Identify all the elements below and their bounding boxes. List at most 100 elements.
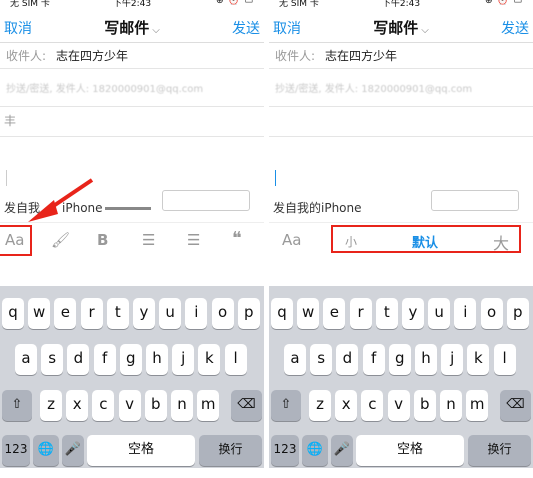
key-v[interactable]: v [387, 390, 410, 421]
body-editor[interactable]: 发自我 iPhone [0, 137, 264, 222]
key-c[interactable]: c [361, 390, 384, 421]
key-g[interactable]: g [119, 344, 142, 375]
send-button[interactable]: 发送 [232, 18, 260, 38]
key-x[interactable]: x [66, 390, 89, 421]
cancel-button[interactable]: 取消 [273, 18, 301, 38]
key-d[interactable]: d [336, 344, 359, 375]
key-j[interactable]: j [172, 344, 195, 375]
size-default-option[interactable]: 默认 [412, 232, 438, 251]
size-small-option[interactable]: 小 [345, 233, 357, 250]
space-key[interactable]: 空格 [356, 435, 464, 466]
globe-icon[interactable]: 🌐 [33, 435, 59, 466]
key-w[interactable]: w [28, 298, 51, 329]
key-q[interactable]: q [2, 298, 24, 329]
cancel-button[interactable]: 取消 [4, 18, 32, 38]
cc-row[interactable]: 抄送/密送, 发件人: 1820000901@qq.com [0, 68, 264, 107]
key-h[interactable]: h [146, 344, 168, 375]
key-c[interactable]: c [92, 390, 115, 421]
align-icon[interactable]: ☰ [187, 231, 200, 249]
key-m[interactable]: m [197, 390, 220, 421]
key-e[interactable]: e [323, 298, 346, 329]
space-key[interactable]: 空格 [87, 435, 195, 466]
key-z[interactable]: z [40, 390, 62, 421]
key-k[interactable]: k [467, 344, 490, 375]
numbers-key[interactable]: 123 [271, 435, 299, 466]
send-button[interactable]: 发送 [501, 18, 529, 38]
bottom-edge [269, 468, 533, 478]
key-y[interactable]: y [402, 298, 424, 329]
cc-row[interactable]: 抄送/密送, 发件人: 1820000901@qq.com [269, 68, 533, 107]
body-editor[interactable]: 发自我的iPhone [269, 137, 533, 222]
key-g[interactable]: g [388, 344, 411, 375]
key-s[interactable]: s [310, 344, 333, 375]
key-r[interactable]: r [349, 298, 372, 329]
key-l[interactable]: l [224, 344, 247, 375]
key-z[interactable]: z [309, 390, 331, 421]
key-n[interactable]: n [440, 390, 462, 421]
key-h[interactable]: h [415, 344, 437, 375]
text-size-icon[interactable]: Aa [282, 231, 301, 249]
key-q[interactable]: q [271, 298, 293, 329]
key-w[interactable]: w [297, 298, 320, 329]
key-r[interactable]: r [80, 298, 103, 329]
key-a[interactable]: a [284, 344, 306, 375]
key-b[interactable]: b [144, 390, 167, 421]
key-o[interactable]: o [211, 298, 234, 329]
compose-title[interactable]: 写邮件 ⌵ [373, 17, 429, 38]
delete-key[interactable]: ⌫ [231, 390, 262, 421]
mic-icon[interactable]: 🎤 [331, 435, 353, 466]
key-l[interactable]: l [493, 344, 516, 375]
subject-row[interactable]: 丰 [0, 106, 264, 137]
bold-icon[interactable]: B [97, 231, 108, 249]
key-t[interactable]: t [106, 298, 129, 329]
recipient-label: 收件人: [6, 49, 47, 63]
recipient-row[interactable]: 收件人: 志在四方少年 [0, 42, 264, 69]
key-x[interactable]: x [335, 390, 358, 421]
key-v[interactable]: v [118, 390, 141, 421]
key-i[interactable]: i [454, 298, 477, 329]
numbers-key[interactable]: 123 [2, 435, 30, 466]
size-large-option[interactable]: 大 [493, 230, 509, 254]
text-size-icon[interactable]: Aa [5, 231, 24, 249]
key-m[interactable]: m [466, 390, 489, 421]
recipient-row[interactable]: 收件人: 志在四方少年 [269, 42, 533, 69]
list-icon[interactable]: ☰ [142, 231, 155, 249]
signature-box [431, 190, 519, 211]
compose-title[interactable]: 写邮件 ⌵ [104, 17, 160, 38]
recipient-value[interactable]: 志在四方少年 [325, 47, 397, 64]
carrier-text: 无 SIM 卡 [10, 0, 50, 9]
recipient-value[interactable]: 志在四方少年 [56, 47, 128, 64]
shift-key[interactable]: ⇧ [271, 390, 301, 421]
delete-key[interactable]: ⌫ [500, 390, 531, 421]
subject-row[interactable] [269, 106, 533, 137]
key-d[interactable]: d [67, 344, 90, 375]
return-key[interactable]: 换行 [199, 435, 262, 466]
shift-key[interactable]: ⇧ [2, 390, 32, 421]
key-o[interactable]: o [480, 298, 503, 329]
return-key[interactable]: 换行 [468, 435, 531, 466]
globe-icon[interactable]: 🌐 [302, 435, 328, 466]
status-bar: 无 SIM 卡 下午2:43 ⊕ ⏰ ▭ [0, 0, 264, 12]
key-n[interactable]: n [171, 390, 193, 421]
subject-text: 丰 [4, 114, 17, 128]
key-i[interactable]: i [185, 298, 208, 329]
chevron-down-icon: ⌵ [152, 25, 160, 36]
key-p[interactable]: p [506, 298, 529, 329]
key-a[interactable]: a [15, 344, 37, 375]
key-s[interactable]: s [41, 344, 64, 375]
key-f[interactable]: f [362, 344, 385, 375]
key-b[interactable]: b [413, 390, 436, 421]
key-j[interactable]: j [441, 344, 464, 375]
key-p[interactable]: p [237, 298, 260, 329]
key-u[interactable]: u [428, 298, 451, 329]
quote-icon[interactable]: ❝ [232, 228, 242, 249]
key-y[interactable]: y [133, 298, 155, 329]
fill-color-icon[interactable]: 🖌 [51, 231, 70, 249]
key-k[interactable]: k [198, 344, 221, 375]
key-f[interactable]: f [93, 344, 116, 375]
mic-icon[interactable]: 🎤 [62, 435, 84, 466]
key-t[interactable]: t [375, 298, 398, 329]
key-u[interactable]: u [159, 298, 182, 329]
key-e[interactable]: e [54, 298, 77, 329]
nav-bar: 取消 写邮件 ⌵ 发送 [0, 12, 264, 43]
